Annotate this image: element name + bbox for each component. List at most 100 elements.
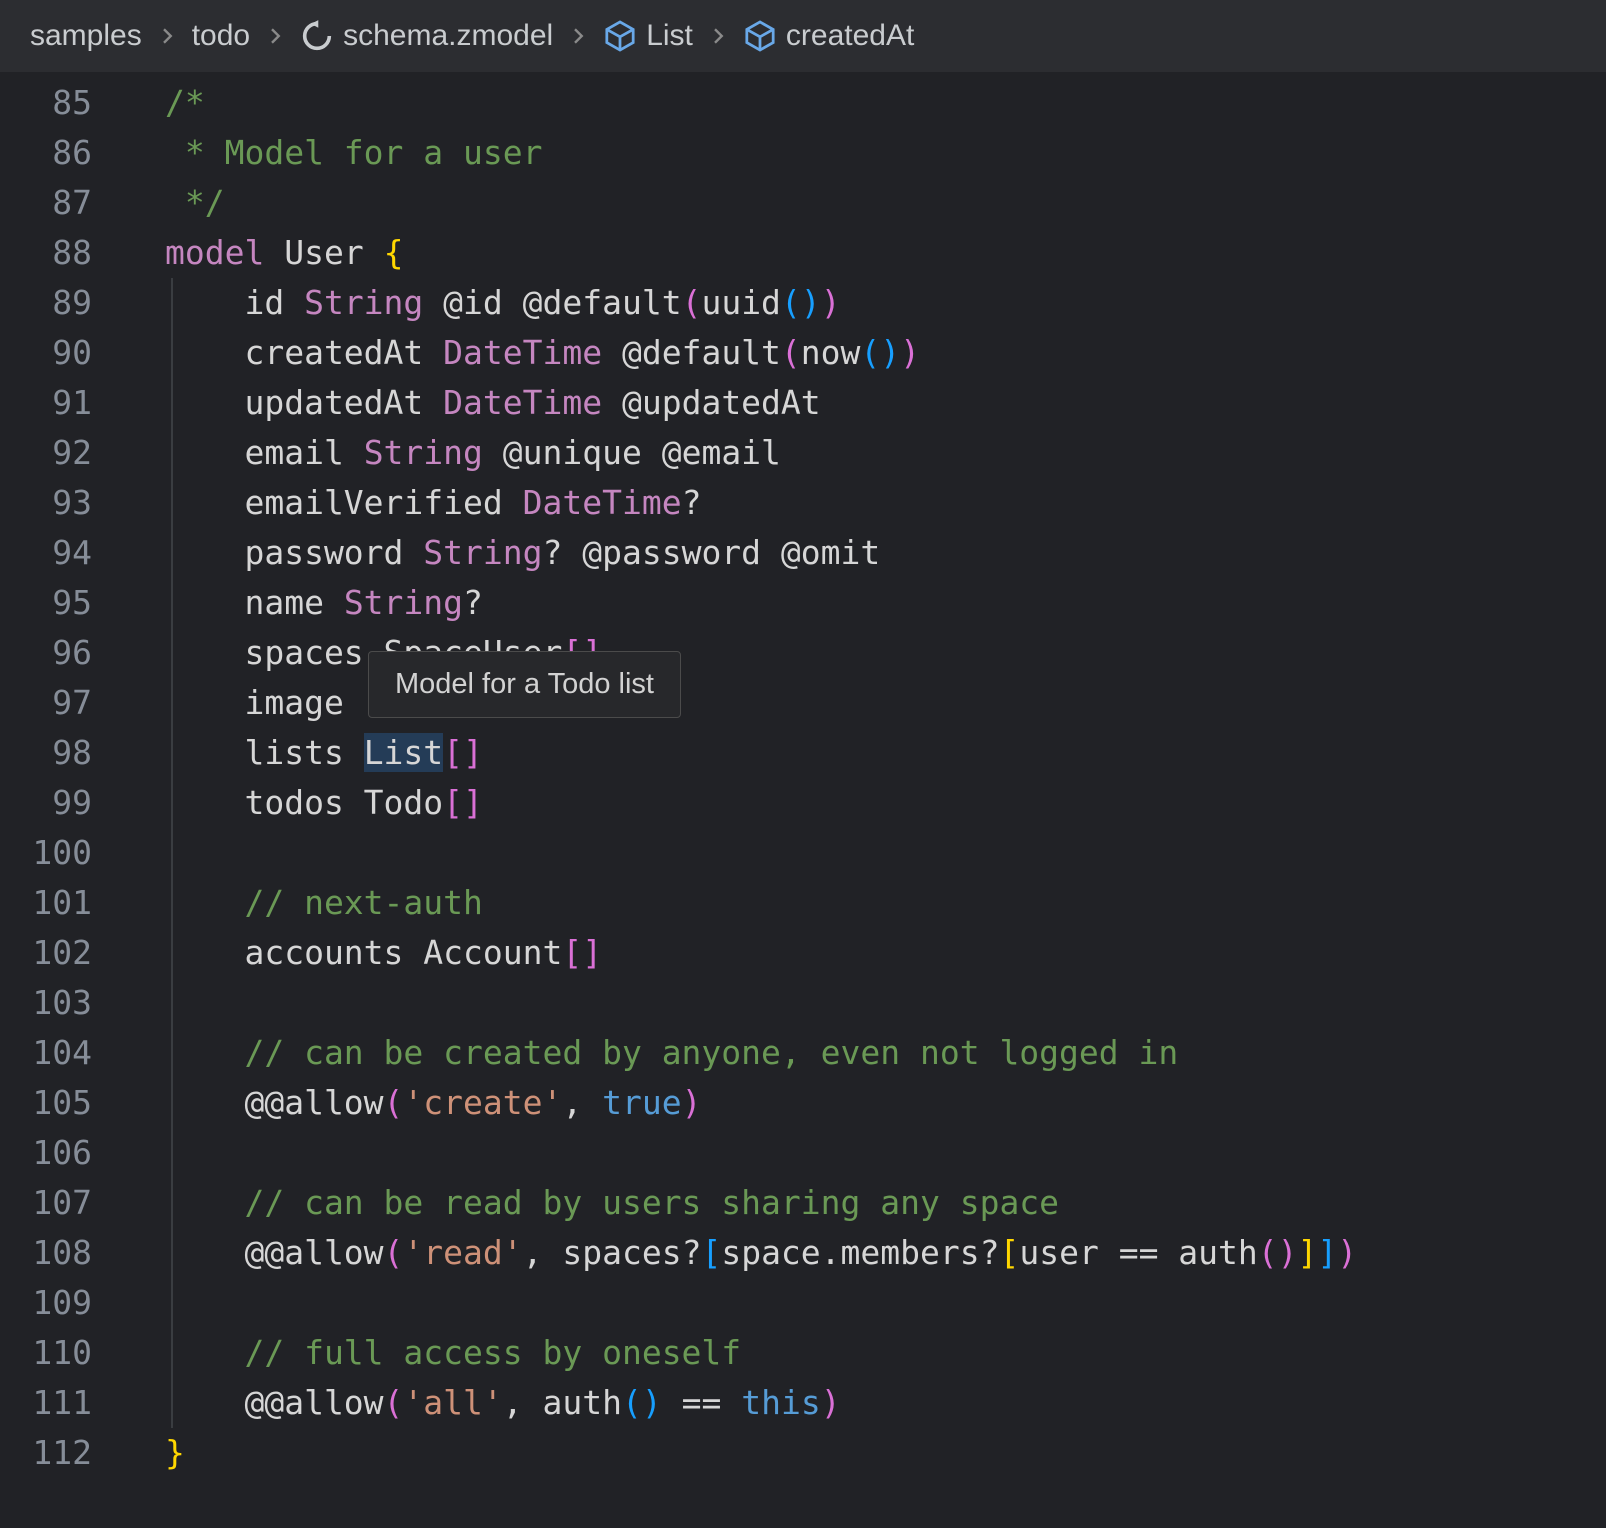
code-text[interactable]: accounts Account[] bbox=[165, 928, 602, 978]
code-editor[interactable]: 85/*86 * Model for a user87 */88model Us… bbox=[0, 72, 1606, 1528]
code-line[interactable]: 105 @@allow('create', true) bbox=[0, 1078, 1606, 1128]
hover-tooltip-text: Model for a Todo list bbox=[395, 668, 654, 700]
chevron-right-icon bbox=[706, 24, 730, 48]
code-line[interactable]: 95 name String? bbox=[0, 578, 1606, 628]
breadcrumb-label: createdAt bbox=[786, 19, 914, 53]
code-text[interactable]: } bbox=[165, 1428, 185, 1478]
breadcrumb-label: schema.zmodel bbox=[343, 19, 553, 53]
code-line[interactable]: 91 updatedAt DateTime @updatedAt bbox=[0, 378, 1606, 428]
line-number[interactable]: 100 bbox=[0, 828, 92, 878]
line-number[interactable]: 90 bbox=[0, 328, 92, 378]
line-number[interactable]: 96 bbox=[0, 628, 92, 678]
hover-tooltip: Model for a Todo list bbox=[368, 651, 681, 718]
code-line[interactable]: 110 // full access by oneself bbox=[0, 1328, 1606, 1378]
line-number[interactable]: 85 bbox=[0, 78, 92, 128]
chevron-right-icon bbox=[263, 24, 287, 48]
code-text[interactable]: email String @unique @email bbox=[165, 428, 781, 478]
cube-icon bbox=[743, 19, 777, 53]
line-number[interactable]: 110 bbox=[0, 1328, 92, 1378]
code-line[interactable]: 96 spaces SpaceUser[] bbox=[0, 628, 1606, 678]
code-text[interactable]: id String @id @default(uuid()) bbox=[165, 278, 841, 328]
line-number[interactable]: 107 bbox=[0, 1178, 92, 1228]
line-number[interactable]: 105 bbox=[0, 1078, 92, 1128]
line-number[interactable]: 106 bbox=[0, 1128, 92, 1178]
code-line[interactable]: 104 // can be created by anyone, even no… bbox=[0, 1028, 1606, 1078]
breadcrumb-item-list-symbol[interactable]: List bbox=[603, 19, 693, 53]
code-line[interactable]: 109 bbox=[0, 1278, 1606, 1328]
line-number[interactable]: 98 bbox=[0, 728, 92, 778]
code-line[interactable]: 92 email String @unique @email bbox=[0, 428, 1606, 478]
breadcrumb-label: todo bbox=[192, 19, 250, 53]
line-number[interactable]: 112 bbox=[0, 1428, 92, 1478]
line-number[interactable]: 104 bbox=[0, 1028, 92, 1078]
code-text[interactable]: @@allow('create', true) bbox=[165, 1078, 701, 1128]
line-number[interactable]: 92 bbox=[0, 428, 92, 478]
code-text[interactable]: */ bbox=[165, 178, 225, 228]
line-number[interactable]: 108 bbox=[0, 1228, 92, 1278]
line-number[interactable]: 88 bbox=[0, 228, 92, 278]
chevron-right-icon bbox=[566, 24, 590, 48]
code-text[interactable]: /* bbox=[165, 78, 205, 128]
code-line[interactable]: 112} bbox=[0, 1428, 1606, 1478]
breadcrumb-item-samples[interactable]: samples bbox=[30, 19, 142, 53]
code-line[interactable]: 100 bbox=[0, 828, 1606, 878]
breadcrumb-item-schema-file[interactable]: schema.zmodel bbox=[300, 19, 553, 53]
sync-icon bbox=[300, 19, 334, 53]
code-line[interactable]: 106 bbox=[0, 1128, 1606, 1178]
line-number[interactable]: 97 bbox=[0, 678, 92, 728]
code-line[interactable]: 94 password String? @password @omit bbox=[0, 528, 1606, 578]
breadcrumb-item-createdat-symbol[interactable]: createdAt bbox=[743, 19, 914, 53]
code-line[interactable]: 108 @@allow('read', spaces?[space.member… bbox=[0, 1228, 1606, 1278]
breadcrumb-label: samples bbox=[30, 19, 142, 53]
line-number[interactable]: 93 bbox=[0, 478, 92, 528]
code-line[interactable]: 103 bbox=[0, 978, 1606, 1028]
code-text[interactable]: // can be created by anyone, even not lo… bbox=[165, 1028, 1178, 1078]
code-text[interactable]: model User { bbox=[165, 228, 403, 278]
code-text[interactable]: @@allow('all', auth() == this) bbox=[165, 1378, 841, 1428]
code-text[interactable]: * Model for a user bbox=[165, 128, 543, 178]
code-line[interactable]: 111 @@allow('all', auth() == this) bbox=[0, 1378, 1606, 1428]
code-text[interactable]: createdAt DateTime @default(now()) bbox=[165, 328, 920, 378]
code-text[interactable]: // next-auth bbox=[165, 878, 483, 928]
code-line[interactable]: 101 // next-auth bbox=[0, 878, 1606, 928]
code-line[interactable]: 87 */ bbox=[0, 178, 1606, 228]
code-text[interactable]: name String? bbox=[165, 578, 483, 628]
code-text[interactable]: image bbox=[165, 678, 344, 728]
code-text[interactable]: @@allow('read', spaces?[space.members?[u… bbox=[165, 1228, 1357, 1278]
code-line[interactable]: 89 id String @id @default(uuid()) bbox=[0, 278, 1606, 328]
code-text[interactable]: emailVerified DateTime? bbox=[165, 478, 701, 528]
code-line[interactable]: 86 * Model for a user bbox=[0, 128, 1606, 178]
line-number[interactable]: 91 bbox=[0, 378, 92, 428]
cube-icon bbox=[603, 19, 637, 53]
line-number[interactable]: 101 bbox=[0, 878, 92, 928]
line-number[interactable]: 102 bbox=[0, 928, 92, 978]
line-number[interactable]: 103 bbox=[0, 978, 92, 1028]
code-line[interactable]: 88 model User { bbox=[0, 228, 1606, 278]
code-line[interactable]: 97 image bbox=[0, 678, 1606, 728]
code-text[interactable]: password String? @password @omit bbox=[165, 528, 880, 578]
line-number[interactable]: 99 bbox=[0, 778, 92, 828]
code-line[interactable]: 107 // can be read by users sharing any … bbox=[0, 1178, 1606, 1228]
line-number[interactable]: 86 bbox=[0, 128, 92, 178]
line-number[interactable]: 87 bbox=[0, 178, 92, 228]
code-line[interactable]: 93 emailVerified DateTime? bbox=[0, 478, 1606, 528]
code-text[interactable]: lists List[] bbox=[165, 728, 483, 778]
code-line[interactable]: 85 /* bbox=[0, 78, 1606, 128]
line-number[interactable]: 89 bbox=[0, 278, 92, 328]
line-number[interactable]: 95 bbox=[0, 578, 92, 628]
code-text[interactable]: todos Todo[] bbox=[165, 778, 483, 828]
code-text[interactable]: // full access by oneself bbox=[165, 1328, 741, 1378]
code-line[interactable]: 98 lists List[] bbox=[0, 728, 1606, 778]
breadcrumb-label: List bbox=[646, 19, 693, 53]
code-text[interactable]: updatedAt DateTime @updatedAt bbox=[165, 378, 821, 428]
breadcrumb-item-todo[interactable]: todo bbox=[192, 19, 250, 53]
line-number[interactable]: 94 bbox=[0, 528, 92, 578]
code-line[interactable]: 102 accounts Account[] bbox=[0, 928, 1606, 978]
code-line[interactable]: 99 todos Todo[] bbox=[0, 778, 1606, 828]
chevron-right-icon bbox=[155, 24, 179, 48]
code-text[interactable]: // can be read by users sharing any spac… bbox=[165, 1178, 1059, 1228]
code-lines: 85/*86 * Model for a user87 */88model Us… bbox=[0, 78, 1606, 1478]
line-number[interactable]: 109 bbox=[0, 1278, 92, 1328]
code-line[interactable]: 90 createdAt DateTime @default(now()) bbox=[0, 328, 1606, 378]
line-number[interactable]: 111 bbox=[0, 1378, 92, 1428]
